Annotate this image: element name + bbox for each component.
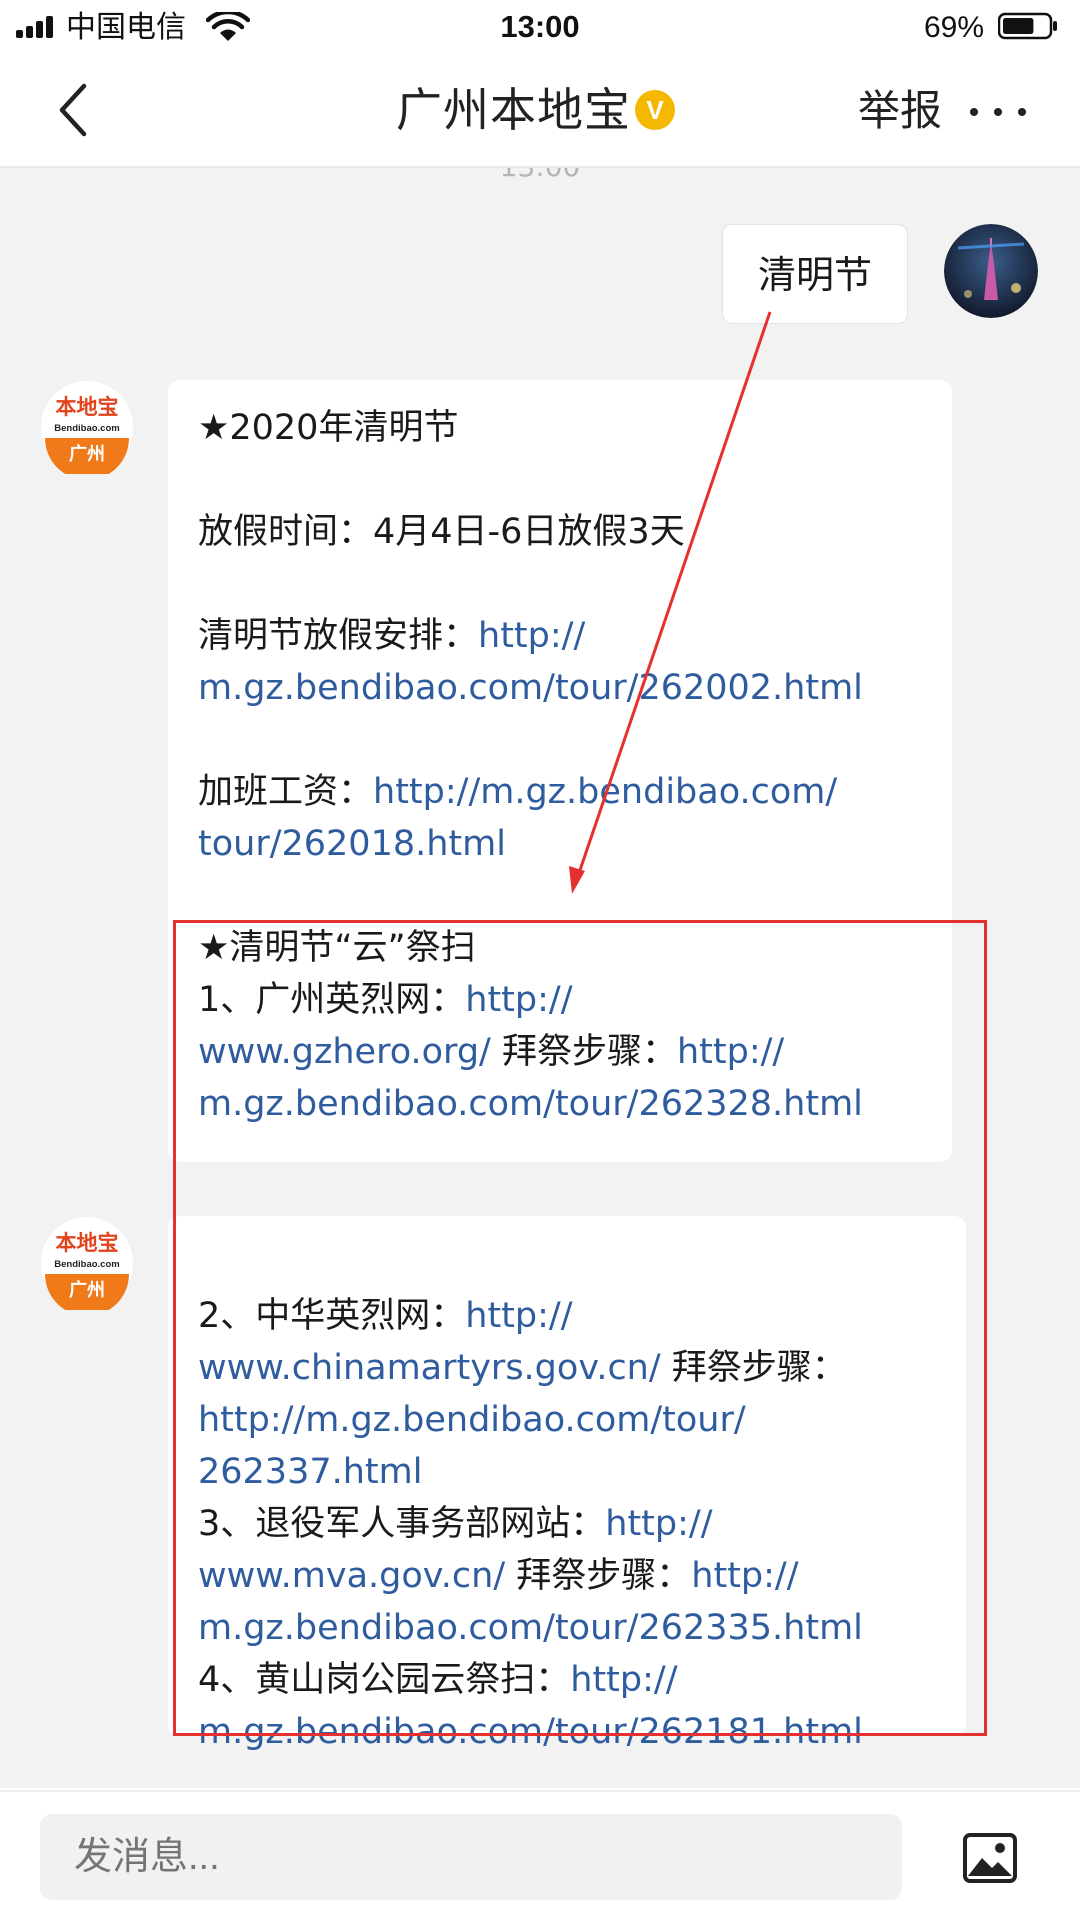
item2-site-row: www.chinamartyrs.gov.cn/ 拜祭步骤：: [198, 1342, 938, 1394]
item1-row: 1、广州英烈网：http://: [198, 974, 924, 1026]
item4-link-cont[interactable]: m.gz.bendibao.com/tour/262181.html: [198, 1706, 938, 1758]
input-bar: [0, 1790, 1080, 1922]
holiday-time-text: 放假时间：4月4日-6日放假3天: [198, 512, 685, 552]
item1-label: 1、广州英烈网：: [198, 980, 466, 1020]
item2-row: 2、中华英烈网：http://: [198, 1290, 938, 1342]
overtime-label: 加班工资：: [198, 772, 374, 812]
cloud-heading: ★清明节“云”祭扫: [198, 928, 476, 968]
item3-steps-link[interactable]: http://: [691, 1556, 798, 1596]
chat-area: 13:00 清明节 本地宝 Bendibao.com 广州 ★2020年清明节 …: [0, 168, 1080, 1788]
status-bar: 中国电信 13:00 69%: [0, 0, 1080, 56]
item4-row: 4、黄山岗公园云祭扫：http://: [198, 1654, 938, 1706]
item1-site-link[interactable]: www.gzhero.org/: [198, 1032, 491, 1072]
item4-label: 4、黄山岗公园云祭扫：: [198, 1660, 571, 1700]
item1-link[interactable]: http://: [465, 980, 572, 1020]
item1-steps-link[interactable]: http://: [677, 1032, 784, 1072]
svg-text:V: V: [646, 95, 664, 125]
overtime-link-cont[interactable]: tour/262018.html: [198, 818, 924, 870]
item4-link[interactable]: http://: [570, 1660, 677, 1700]
message-input[interactable]: [40, 1814, 902, 1900]
item2-steps-link[interactable]: http://m.gz.bendibao.com/tour/: [198, 1394, 938, 1446]
message-heading: ★2020年清明节: [198, 408, 459, 448]
overtime-link[interactable]: http://m.gz.bendibao.com/: [373, 772, 837, 812]
arrangement-link-cont[interactable]: m.gz.bendibao.com/tour/262002.html: [198, 662, 924, 714]
arrangement-row: 清明节放假安排：http://: [198, 610, 924, 662]
item2-link[interactable]: http://: [465, 1296, 572, 1336]
item3-link[interactable]: http://: [605, 1504, 712, 1544]
item2-steps-link-cont[interactable]: 262337.html: [198, 1446, 938, 1498]
user-message-bubble[interactable]: 清明节: [722, 224, 908, 324]
item3-steps-label: 拜祭步骤：: [516, 1556, 692, 1596]
page-title: 广州本地宝: [396, 83, 631, 137]
message-timestamp: 13:00: [0, 168, 1080, 183]
bot-message-bubble: ★2020年清明节 放假时间：4月4日-6日放假3天 清明节放假安排：http:…: [168, 380, 952, 1162]
item1-steps-label: 拜祭步骤：: [501, 1032, 677, 1072]
item1-site-row: www.gzhero.org/ 拜祭步骤：http://: [198, 1026, 924, 1078]
item3-steps-link-cont[interactable]: m.gz.bendibao.com/tour/262335.html: [198, 1602, 938, 1654]
status-time: 13:00: [500, 9, 580, 44]
battery-percent: 69%: [923, 11, 984, 44]
item1-steps-link-cont[interactable]: m.gz.bendibao.com/tour/262328.html: [198, 1078, 924, 1130]
back-chevron-icon[interactable]: [44, 78, 108, 142]
image-icon[interactable]: [962, 1832, 1018, 1884]
svg-text:本地宝: 本地宝: [56, 395, 119, 419]
item3-row: 3、退役军人事务部网站：http://: [198, 1498, 938, 1550]
bot-avatar[interactable]: 本地宝 Bendibao.com 广州: [40, 380, 134, 474]
user-avatar[interactable]: [944, 224, 1038, 318]
arrangement-label: 清明节放假安排：: [198, 616, 479, 656]
overtime-row: 加班工资：http://m.gz.bendibao.com/: [198, 766, 924, 818]
nav-bar: 广州本地宝 V 举报: [0, 56, 1080, 168]
more-dots-icon[interactable]: [968, 86, 1028, 136]
verified-badge-icon: V: [635, 90, 675, 130]
item3-site-row: www.mva.gov.cn/ 拜祭步骤：http://: [198, 1550, 938, 1602]
report-button[interactable]: 举报: [858, 82, 942, 140]
item2-label: 2、中华英烈网：: [198, 1296, 466, 1336]
svg-text:Bendibao.com: Bendibao.com: [54, 1259, 119, 1270]
svg-text:广州: 广州: [69, 443, 105, 465]
svg-text:Bendibao.com: Bendibao.com: [54, 423, 119, 434]
battery-icon: [998, 12, 1057, 40]
item2-site-link[interactable]: www.chinamartyrs.gov.cn/: [198, 1348, 661, 1388]
arrangement-link[interactable]: http://: [478, 616, 585, 656]
svg-text:本地宝: 本地宝: [56, 1231, 119, 1255]
svg-text:广州: 广州: [69, 1279, 105, 1301]
item3-label: 3、退役军人事务部网站：: [198, 1504, 606, 1544]
item2-steps-label: 拜祭步骤：: [671, 1348, 847, 1388]
item3-site-link[interactable]: www.mva.gov.cn/: [198, 1556, 505, 1596]
bot-message-bubble: 2、中华英烈网：http:// www.chinamartyrs.gov.cn/…: [168, 1216, 966, 1752]
bot-avatar[interactable]: 本地宝 Bendibao.com 广州: [40, 1216, 134, 1310]
